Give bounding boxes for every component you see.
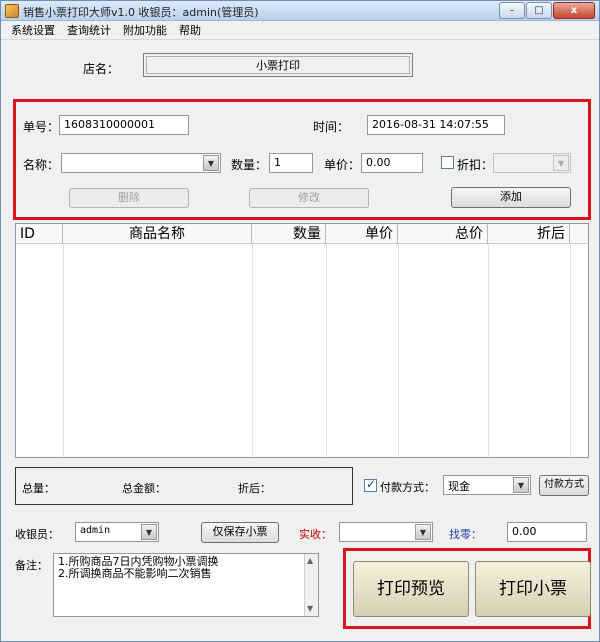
after-discount-label: 折后： (238, 482, 271, 495)
column-header-discounted[interactable]: 折后 (488, 224, 570, 244)
column-divider (63, 244, 64, 457)
product-name-label: 名称： (23, 158, 60, 172)
title-bar[interactable]: 销售小票打印大师v1.0 收银员：admin(管理员) – □ x (1, 1, 599, 21)
minimize-button[interactable]: – (499, 2, 525, 19)
store-label: 店名： (83, 62, 120, 76)
chevron-down-icon[interactable]: ▼ (203, 155, 219, 171)
cashier-label: 收银员： (15, 528, 59, 541)
table-header: ID 商品名称 数量 单价 总价 折后 (16, 224, 588, 244)
column-divider (488, 244, 489, 457)
unit-price-field[interactable]: 0.00 (361, 153, 423, 173)
cashier-combo[interactable]: admin ▼ (75, 522, 159, 542)
maximize-button[interactable]: □ (526, 2, 552, 19)
notes-textarea[interactable]: 1.所购商品7日内凭购物小票调换 2.所调换商品不能影响二次销售 ▲ ▼ (53, 553, 319, 617)
menu-help[interactable]: 帮助 (179, 22, 201, 39)
payment-method-combo[interactable]: 现金 ▼ (443, 475, 531, 495)
time-label: 时间： (313, 120, 350, 134)
add-button[interactable]: 添加 (451, 187, 571, 208)
notes-label: 备注： (15, 559, 48, 572)
chevron-down-icon[interactable]: ▼ (513, 477, 529, 493)
scroll-down-icon[interactable]: ▼ (307, 603, 313, 615)
column-header-unit-price[interactable]: 单价 (326, 224, 398, 244)
product-name-combo[interactable]: ▼ (61, 153, 221, 173)
column-divider (252, 244, 253, 457)
print-preview-button[interactable]: 打印预览 (353, 561, 469, 617)
column-divider (326, 244, 327, 457)
discount-label: 折扣： (457, 158, 494, 172)
change-label: 找零： (449, 528, 482, 541)
payment-method-label: 付款方式： (380, 481, 435, 494)
totals-panel: 总量： 总金额： 折后： (15, 467, 353, 505)
time-field[interactable]: 2016-08-31 14:07:55 (367, 115, 505, 135)
amount-received-label: 实收： (299, 528, 332, 541)
print-receipt-button[interactable]: 打印小票 (475, 561, 591, 617)
chevron-down-icon[interactable]: ▼ (415, 524, 431, 540)
window-title: 销售小票打印大师v1.0 收银员：admin(管理员) (23, 6, 259, 19)
notes-line: 2.所调换商品不能影响二次销售 (58, 567, 212, 580)
column-divider (570, 244, 571, 457)
store-name-box: 小票打印 (143, 53, 413, 77)
total-quantity-label: 总量： (22, 482, 55, 495)
column-header-product-name[interactable]: 商品名称 (63, 224, 252, 244)
payment-method-checkbox[interactable] (364, 477, 377, 492)
cashier-value: admin (80, 525, 111, 536)
column-header-id[interactable]: ID (16, 224, 63, 244)
store-name: 小票打印 (146, 56, 410, 74)
menu-bar: 系统设置 查询统计 附加功能 帮助 (1, 22, 599, 40)
order-number-label: 单号： (23, 120, 60, 134)
notes-scrollbar[interactable]: ▲ ▼ (304, 554, 318, 616)
item-table[interactable]: ID 商品名称 数量 单价 总价 折后 (15, 223, 589, 458)
discount-checkbox[interactable] (441, 156, 454, 169)
save-only-receipt-button[interactable]: 仅保存小票 (201, 522, 279, 543)
menu-system-settings[interactable]: 系统设置 (11, 22, 55, 39)
column-header-quantity[interactable]: 数量 (252, 224, 326, 244)
menu-query-stats[interactable]: 查询统计 (67, 22, 111, 39)
edit-button[interactable]: 修改 (249, 188, 369, 208)
chevron-down-icon[interactable]: ▼ (553, 155, 569, 171)
chevron-down-icon[interactable]: ▼ (141, 524, 157, 540)
total-amount-label: 总金额： (122, 482, 166, 495)
unit-price-label: 单价： (324, 158, 361, 172)
scroll-up-icon[interactable]: ▲ (307, 555, 313, 567)
amount-received-combo[interactable]: ▼ (339, 522, 433, 542)
app-window: 销售小票打印大师v1.0 收银员：admin(管理员) – □ x 系统设置 查… (0, 0, 600, 642)
payment-method-value: 现金 (448, 480, 470, 493)
payment-method-button[interactable]: 付款方式 (539, 475, 589, 496)
app-icon (5, 4, 19, 18)
discount-combo[interactable]: ▼ (493, 153, 571, 173)
quantity-label: 数量： (231, 158, 268, 172)
column-divider (398, 244, 399, 457)
change-field[interactable]: 0.00 (507, 522, 587, 542)
delete-button[interactable]: 删除 (69, 188, 189, 208)
column-header-total-price[interactable]: 总价 (398, 224, 488, 244)
close-button[interactable]: x (553, 2, 595, 19)
window-controls: – □ x (499, 2, 595, 19)
order-number-field[interactable]: 1608310000001 (59, 115, 189, 135)
menu-extra-functions[interactable]: 附加功能 (123, 22, 167, 39)
quantity-field[interactable]: 1 (269, 153, 313, 173)
